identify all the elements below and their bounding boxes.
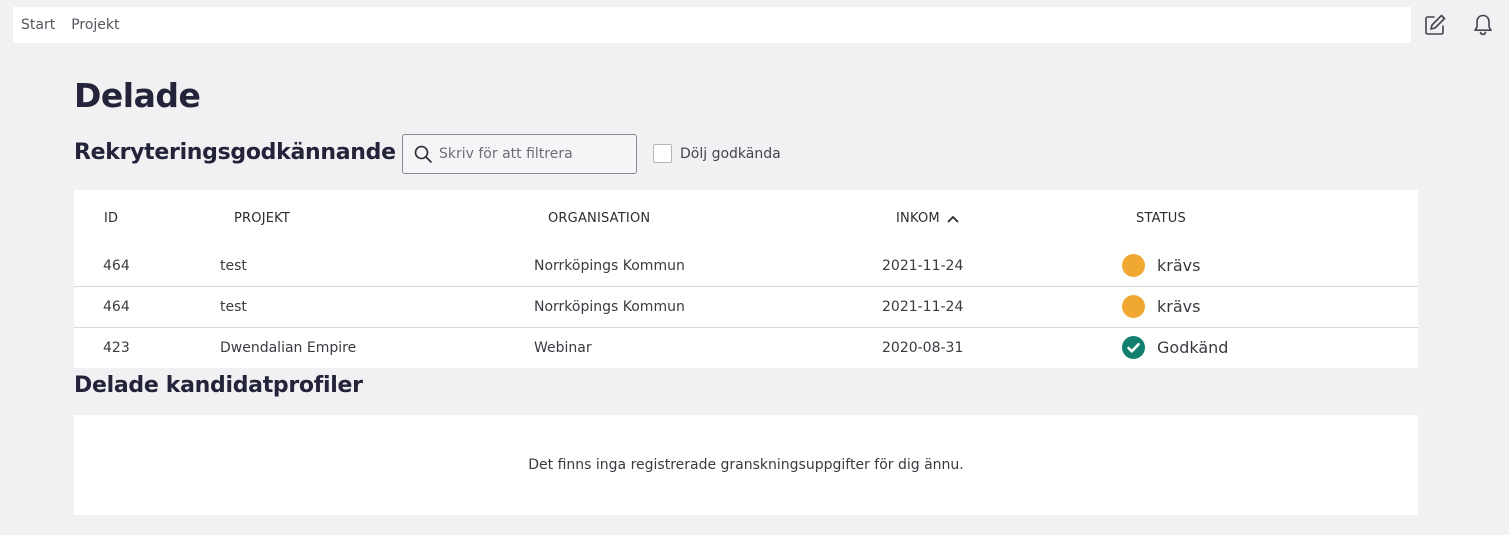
status-text: krävs bbox=[1157, 256, 1201, 275]
empty-message: Det finns inga registrerade granskningsu… bbox=[528, 457, 964, 473]
candidates-empty-state: Det finns inga registrerade granskningsu… bbox=[74, 415, 1418, 515]
cell-project: Dwendalian Empire bbox=[220, 340, 357, 356]
breadcrumb-start[interactable]: Start bbox=[21, 17, 55, 33]
edit-note-icon[interactable] bbox=[1422, 12, 1448, 38]
cell-organisation: Norrköpings Kommun bbox=[534, 299, 685, 315]
cell-id: 423 bbox=[103, 340, 130, 356]
table-row[interactable]: 464 test Norrköpings Kommun 2021-11-24 k… bbox=[74, 287, 1418, 328]
breadcrumb-project[interactable]: Projekt bbox=[71, 17, 119, 33]
cell-received: 2020-08-31 bbox=[882, 340, 964, 356]
status-text: Godkänd bbox=[1157, 338, 1229, 357]
status-badge: krävs bbox=[1122, 295, 1200, 318]
recruitment-section-title: Rekryteringsgodkännande bbox=[74, 140, 396, 165]
cell-received: 2021-11-24 bbox=[882, 299, 964, 315]
search-icon bbox=[414, 145, 432, 163]
table-row[interactable]: 464 test Norrköpings Kommun 2021-11-24 k… bbox=[74, 246, 1418, 287]
hide-approved-toggle[interactable]: Dölj godkända bbox=[653, 144, 781, 163]
column-header-project[interactable]: PROJEKT bbox=[234, 211, 290, 226]
page-title: Delade bbox=[74, 76, 201, 115]
cell-id: 464 bbox=[103, 299, 130, 315]
search-input[interactable] bbox=[439, 146, 629, 162]
column-header-received[interactable]: INKOM bbox=[896, 211, 960, 226]
search-filter[interactable] bbox=[402, 134, 637, 174]
check-icon bbox=[1122, 336, 1145, 359]
hide-approved-checkbox[interactable] bbox=[653, 144, 672, 163]
pending-circle-icon bbox=[1122, 295, 1145, 318]
chevron-up-icon bbox=[947, 215, 959, 222]
cell-organisation: Webinar bbox=[534, 340, 592, 356]
hide-approved-label: Dölj godkända bbox=[680, 145, 781, 162]
status-badge: Godkänd bbox=[1122, 336, 1228, 359]
recruitment-table: ID PROJEKT ORGANISATION INKOM STATUS 464… bbox=[74, 190, 1418, 368]
cell-received: 2021-11-24 bbox=[882, 258, 964, 274]
status-badge: krävs bbox=[1122, 254, 1200, 277]
column-header-status[interactable]: STATUS bbox=[1136, 211, 1186, 226]
cell-id: 464 bbox=[103, 258, 130, 274]
column-header-organisation[interactable]: ORGANISATION bbox=[548, 211, 650, 226]
top-bar: Start Projekt bbox=[13, 7, 1411, 43]
pending-circle-icon bbox=[1122, 254, 1145, 277]
cell-project: test bbox=[220, 258, 247, 274]
candidates-section-title: Delade kandidatprofiler bbox=[74, 373, 363, 398]
status-text: krävs bbox=[1157, 297, 1201, 316]
bell-icon[interactable] bbox=[1470, 12, 1496, 38]
column-header-id[interactable]: ID bbox=[104, 211, 118, 226]
cell-project: test bbox=[220, 299, 247, 315]
column-header-received-label: INKOM bbox=[896, 211, 940, 226]
cell-organisation: Norrköpings Kommun bbox=[534, 258, 685, 274]
table-row[interactable]: 423 Dwendalian Empire Webinar 2020-08-31… bbox=[74, 328, 1418, 369]
